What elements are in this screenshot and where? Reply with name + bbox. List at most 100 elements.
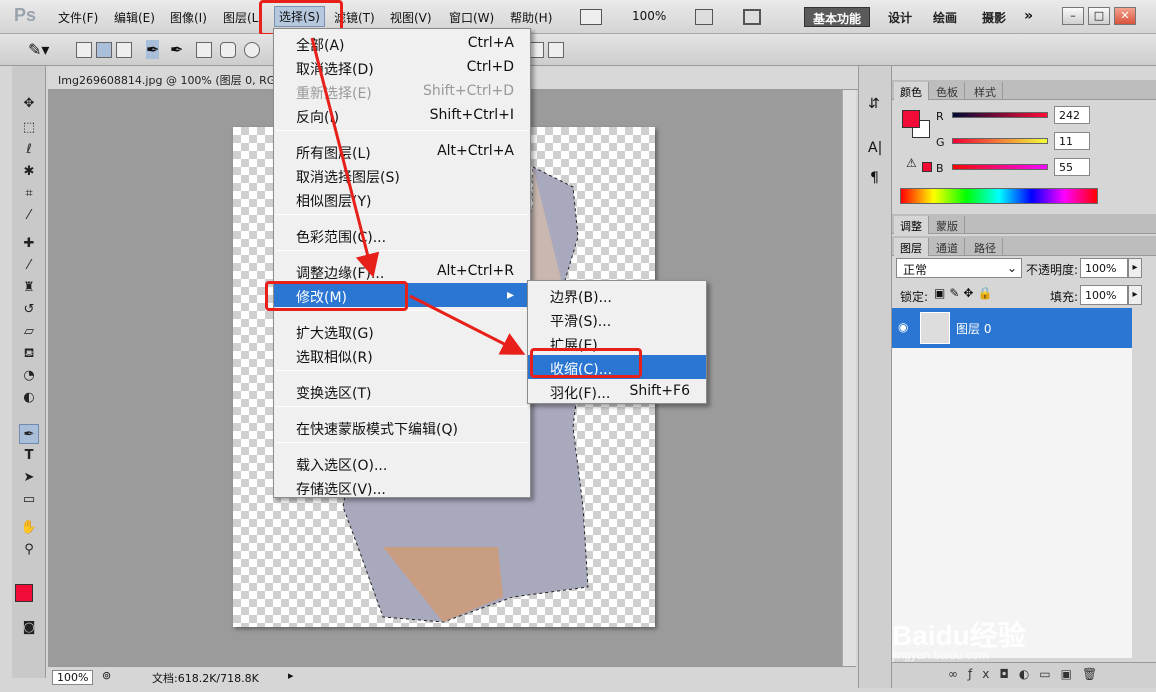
more-workspaces-icon[interactable]: »: [1024, 8, 1033, 24]
layer-row[interactable]: ◉ 图层 0: [892, 308, 1132, 348]
close-icon[interactable]: ✕: [1114, 7, 1136, 25]
path-intersect-icon[interactable]: [548, 42, 564, 58]
channel-g-slider[interactable]: [952, 138, 1048, 144]
color-foreground-swatch[interactable]: [902, 110, 920, 128]
tab-masks[interactable]: 蒙版: [930, 216, 965, 234]
character-panel-icon[interactable]: A|: [868, 140, 882, 156]
rectangle-tool-icon[interactable]: ▭: [19, 490, 39, 510]
fill-pixels-icon[interactable]: [116, 42, 132, 58]
clone-stamp-icon[interactable]: ♜: [19, 278, 39, 298]
channel-r-input[interactable]: 242: [1054, 106, 1090, 124]
paragraph-panel-icon[interactable]: ¶: [870, 170, 879, 186]
submenu-item-border[interactable]: 边界(B)...: [528, 283, 706, 307]
menu-item-select-all[interactable]: 全部(A) Ctrl+A: [274, 31, 530, 55]
fill-arrow-icon[interactable]: ▸: [1128, 285, 1142, 305]
opacity-input[interactable]: 100%: [1080, 258, 1128, 278]
channel-b-input[interactable]: 55: [1054, 158, 1090, 176]
quick-mask-icon[interactable]: ◙: [19, 618, 39, 638]
history-panel-icon[interactable]: ⇵: [868, 96, 880, 112]
workspace-photography[interactable]: 摄影: [974, 7, 1014, 27]
visibility-eye-icon[interactable]: ◉: [898, 320, 908, 334]
color-spectrum-bar[interactable]: [900, 188, 1098, 204]
layer-actions-icons[interactable]: ∞ƒx◘◐▭▣🗑: [948, 667, 1107, 681]
menu-window[interactable]: 窗口(W): [449, 9, 494, 26]
blend-mode-select[interactable]: 正常 ⌄: [896, 258, 1022, 278]
workspace-essentials[interactable]: 基本功能: [804, 7, 871, 27]
restore-icon[interactable]: □: [1088, 7, 1110, 25]
opacity-arrow-icon[interactable]: ▸: [1128, 258, 1142, 278]
move-tool-icon[interactable]: ✥: [19, 94, 39, 114]
menu-item-deselect-layers[interactable]: 取消选择图层(S): [274, 163, 530, 187]
submenu-item-feather[interactable]: 羽化(F)... Shift+F6: [528, 379, 706, 403]
minimize-icon[interactable]: –: [1062, 7, 1084, 25]
tab-channels[interactable]: 通道: [930, 238, 965, 256]
tab-paths[interactable]: 路径: [968, 238, 1003, 256]
healing-brush-icon[interactable]: ✚: [19, 234, 39, 254]
menu-edit[interactable]: 编辑(E): [114, 9, 155, 26]
blur-tool-icon[interactable]: ◔: [19, 366, 39, 386]
menu-file[interactable]: 文件(F): [58, 9, 98, 26]
eyedropper-icon[interactable]: ⁄: [19, 206, 39, 226]
status-menu-arrow-icon[interactable]: ▸: [288, 669, 294, 682]
workspace-painting[interactable]: 绘画: [925, 7, 965, 27]
history-brush-icon[interactable]: ↺: [19, 300, 39, 320]
channel-b-slider[interactable]: [952, 164, 1048, 170]
arrange-docs-icon[interactable]: [695, 9, 713, 25]
menu-item-save-selection[interactable]: 存储选区(V)...: [274, 475, 530, 499]
fill-input[interactable]: 100%: [1080, 285, 1128, 305]
freeform-pen-icon[interactable]: ✒: [170, 40, 183, 59]
menu-item-deselect[interactable]: 取消选择(D) Ctrl+D: [274, 55, 530, 79]
paths-mode-icon[interactable]: [96, 42, 112, 58]
channel-g-input[interactable]: 11: [1054, 132, 1090, 150]
status-options-icon[interactable]: ⊚: [102, 669, 111, 682]
menu-view[interactable]: 视图(V): [390, 9, 432, 26]
crop-tool-icon[interactable]: ⌗: [19, 184, 39, 204]
rectangle-shape-icon[interactable]: [196, 42, 212, 58]
channel-r-slider[interactable]: [952, 112, 1048, 118]
workspace-design[interactable]: 设计: [880, 7, 920, 27]
zoom-level[interactable]: 100%: [632, 9, 666, 23]
pen-icon[interactable]: ✒: [146, 40, 160, 59]
zoom-tool-icon[interactable]: ⚲: [19, 540, 39, 560]
menu-item-all-layers[interactable]: 所有图层(L) Alt+Ctrl+A: [274, 139, 530, 163]
magic-wand-icon[interactable]: ✱: [19, 162, 39, 182]
marquee-tool-icon[interactable]: ⬚: [19, 118, 39, 138]
menu-layer[interactable]: 图层(L): [223, 9, 263, 26]
tab-swatches[interactable]: 色板: [930, 82, 965, 100]
foreground-color-swatch[interactable]: [15, 584, 33, 602]
path-selection-icon[interactable]: ➤: [19, 468, 39, 488]
rounded-rectangle-icon[interactable]: [220, 42, 236, 58]
vertical-scrollbar[interactable]: [842, 90, 856, 666]
dodge-tool-icon[interactable]: ◐: [19, 388, 39, 408]
menu-item-quick-mask[interactable]: 在快速蒙版模式下编辑(Q): [274, 415, 530, 439]
menu-help[interactable]: 帮助(H): [510, 9, 552, 26]
paint-bucket-icon[interactable]: ⛾: [19, 344, 39, 364]
menu-item-inverse[interactable]: 反向(I) Shift+Ctrl+I: [274, 103, 530, 127]
type-tool-icon[interactable]: T: [19, 446, 39, 466]
pen-tool-icon[interactable]: ✒: [19, 424, 39, 444]
menu-image[interactable]: 图像(I): [170, 9, 207, 26]
menu-item-refine-edge[interactable]: 调整边缘(F)... Alt+Ctrl+R: [274, 259, 530, 283]
status-zoom[interactable]: 100%: [52, 670, 94, 685]
tab-adjustments[interactable]: 调整: [894, 216, 929, 234]
bridge-icon[interactable]: [580, 9, 602, 25]
menu-item-color-range[interactable]: 色彩范围(C)...: [274, 223, 530, 247]
menu-item-load-selection[interactable]: 载入选区(O)...: [274, 451, 530, 475]
tab-styles[interactable]: 样式: [968, 82, 1003, 100]
lock-icons[interactable]: ▣✎✥🔒: [934, 286, 996, 300]
gamut-swatch[interactable]: [922, 162, 932, 172]
menu-item-similar[interactable]: 选取相似(R): [274, 343, 530, 367]
eraser-icon[interactable]: ▱: [19, 322, 39, 342]
ellipse-icon[interactable]: [244, 42, 260, 58]
tab-color[interactable]: 颜色: [894, 82, 929, 100]
pen-tool-preset-icon[interactable]: ✎▾: [28, 40, 49, 59]
hand-tool-icon[interactable]: ✋: [19, 518, 39, 538]
gamut-warning-icon[interactable]: ⚠: [906, 156, 917, 170]
submenu-item-smooth[interactable]: 平滑(S)...: [528, 307, 706, 331]
menu-item-similar-layers[interactable]: 相似图层(Y): [274, 187, 530, 211]
menu-item-transform-selection[interactable]: 变换选区(T): [274, 379, 530, 403]
screen-mode-icon[interactable]: [743, 9, 761, 25]
tab-layers[interactable]: 图层: [894, 238, 929, 256]
lasso-tool-icon[interactable]: ℓ: [19, 140, 39, 160]
brush-tool-icon[interactable]: ⁄: [19, 256, 39, 276]
